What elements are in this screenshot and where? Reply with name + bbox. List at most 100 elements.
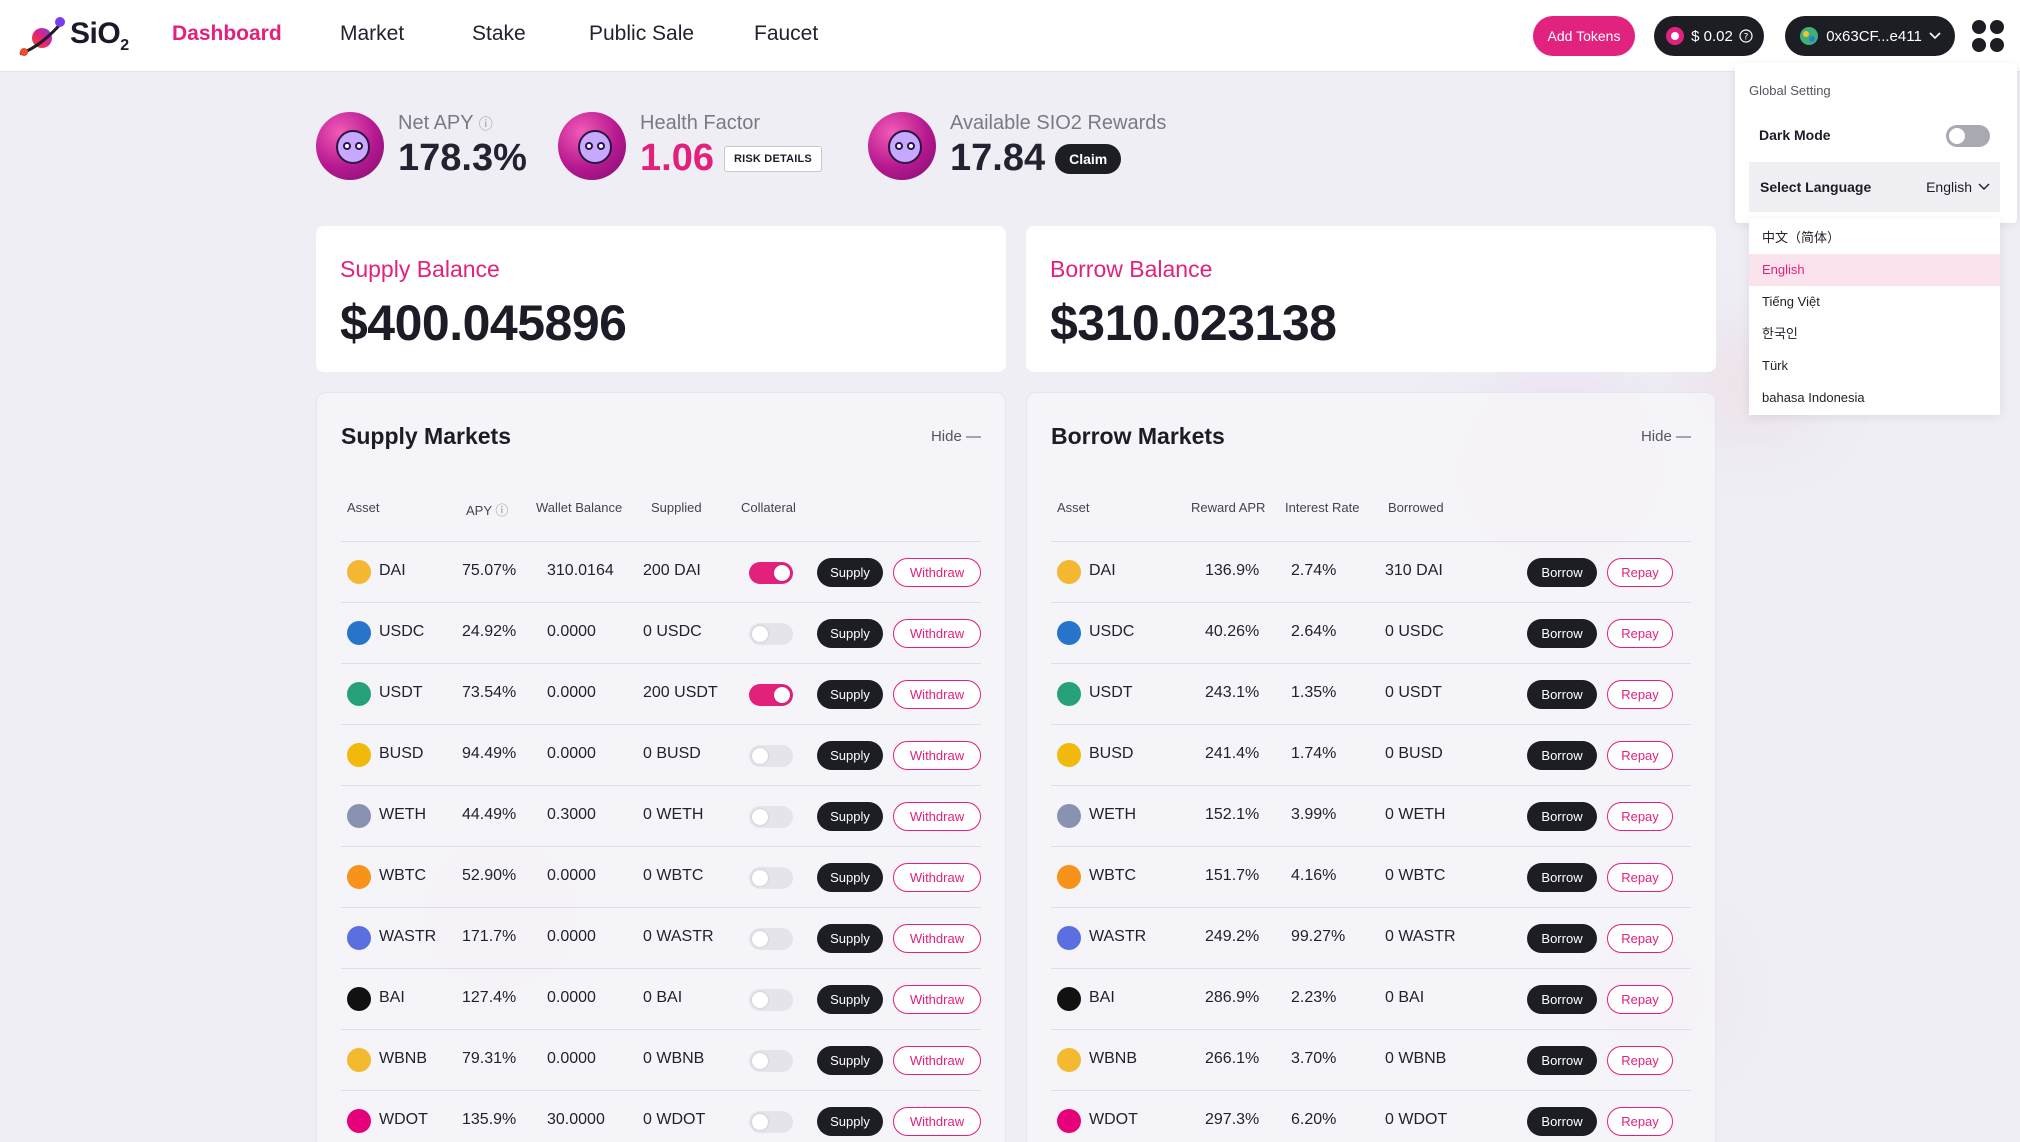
borrow-button[interactable]: Borrow — [1527, 558, 1597, 587]
withdraw-button[interactable]: Withdraw — [893, 924, 981, 953]
claim-button[interactable]: Claim — [1055, 143, 1122, 174]
interest-rate-value: 99.27% — [1291, 928, 1346, 945]
borrow-balance-value: $310.023138 — [1050, 295, 1337, 351]
supply-button[interactable]: Supply — [817, 680, 883, 709]
withdraw-button[interactable]: Withdraw — [893, 619, 981, 648]
apps-menu-icon[interactable] — [1972, 20, 2004, 52]
borrow-button[interactable]: Borrow — [1527, 1046, 1597, 1075]
supplied-value: 0 WETH — [643, 806, 704, 823]
withdraw-button[interactable]: Withdraw — [893, 1046, 981, 1075]
borrow-hide-toggle[interactable]: Hide — — [1641, 428, 1691, 445]
language-option[interactable]: Tiếng Việt — [1749, 286, 2000, 318]
nav-public-sale[interactable]: Public Sale — [589, 22, 694, 46]
supply-button[interactable]: Supply — [817, 619, 883, 648]
wallet-balance-value: 0.3000 — [547, 806, 596, 823]
reward-apr-value: 266.1% — [1205, 1050, 1260, 1067]
withdraw-button[interactable]: Withdraw — [893, 863, 981, 892]
borrow-row-bai: BAI 286.9% 2.23% 0 BAI Borrow Repay — [1051, 968, 1691, 1029]
repay-button[interactable]: Repay — [1607, 1107, 1673, 1136]
borrow-button[interactable]: Borrow — [1527, 680, 1597, 709]
supply-button[interactable]: Supply — [817, 1107, 883, 1136]
repay-button[interactable]: Repay — [1607, 924, 1673, 953]
risk-details-button[interactable]: RISK DETAILS — [723, 145, 822, 172]
language-select[interactable]: Select Language English — [1749, 162, 2000, 212]
nav-faucet[interactable]: Faucet — [754, 22, 818, 46]
asset-name: BUSD — [379, 745, 424, 762]
dark-mode-toggle[interactable] — [1946, 125, 1990, 147]
add-tokens-button[interactable]: Add Tokens — [1533, 16, 1635, 56]
supply-row-wbnb: WBNB 79.31% 0.0000 0 WBNB Supply Withdraw — [341, 1029, 981, 1090]
collateral-toggle[interactable] — [749, 562, 793, 584]
borrowed-value: 0 BUSD — [1385, 745, 1443, 762]
wallet-balance-value: 0.0000 — [547, 989, 596, 1006]
health-factor-row: 1.06 RISK DETAILS — [640, 137, 822, 180]
col-supplied: Supplied — [651, 500, 702, 515]
supply-row-busd: BUSD 94.49% 0.0000 0 BUSD Supply Withdraw — [341, 724, 981, 785]
borrow-button[interactable]: Borrow — [1527, 863, 1597, 892]
repay-button[interactable]: Repay — [1607, 1046, 1673, 1075]
withdraw-button[interactable]: Withdraw — [893, 741, 981, 770]
repay-button[interactable]: Repay — [1607, 802, 1673, 831]
withdraw-button[interactable]: Withdraw — [893, 985, 981, 1014]
borrow-button[interactable]: Borrow — [1527, 741, 1597, 770]
asset-name: WDOT — [1089, 1111, 1138, 1128]
language-option[interactable]: 中文（简体） — [1749, 222, 2000, 254]
nav-stake[interactable]: Stake — [472, 22, 526, 46]
sio2-logo[interactable]: SiO2 — [16, 14, 129, 58]
collateral-toggle[interactable] — [749, 989, 793, 1011]
collateral-toggle[interactable] — [749, 1050, 793, 1072]
supply-hide-toggle[interactable]: Hide — — [931, 428, 981, 445]
language-option[interactable]: 한국인 — [1749, 318, 2000, 350]
borrowed-value: 0 WDOT — [1385, 1111, 1448, 1128]
borrow-button[interactable]: Borrow — [1527, 802, 1597, 831]
apy-value: 135.9% — [462, 1111, 517, 1128]
borrow-button[interactable]: Borrow — [1527, 985, 1597, 1014]
supplied-value: 0 USDC — [643, 623, 702, 640]
supply-button[interactable]: Supply — [817, 924, 883, 953]
repay-button[interactable]: Repay — [1607, 619, 1673, 648]
dai-coin-icon — [347, 560, 371, 584]
collateral-toggle[interactable] — [749, 745, 793, 767]
borrow-button[interactable]: Borrow — [1527, 1107, 1597, 1136]
borrow-button[interactable]: Borrow — [1527, 619, 1597, 648]
withdraw-button[interactable]: Withdraw — [893, 680, 981, 709]
supply-button[interactable]: Supply — [817, 863, 883, 892]
language-option[interactable]: Türk — [1749, 350, 2000, 382]
repay-button[interactable]: Repay — [1607, 863, 1673, 892]
asset-name: DAI — [379, 562, 406, 579]
global-settings-title: Global Setting — [1749, 83, 1831, 98]
borrow-button[interactable]: Borrow — [1527, 924, 1597, 953]
nav-market[interactable]: Market — [340, 22, 404, 46]
wallet-address-button[interactable]: 0x63CF...e411 — [1785, 16, 1955, 56]
collateral-toggle[interactable] — [749, 928, 793, 950]
repay-button[interactable]: Repay — [1607, 741, 1673, 770]
reward-apr-value: 241.4% — [1205, 745, 1260, 762]
supply-button[interactable]: Supply — [817, 1046, 883, 1075]
repay-button[interactable]: Repay — [1607, 558, 1673, 587]
supply-markets-panel: Supply Markets Hide — Asset APY ⓘ Wallet… — [316, 392, 1006, 1142]
collateral-toggle[interactable] — [749, 806, 793, 828]
supplied-value: 0 WBNB — [643, 1050, 705, 1067]
col-asset: Asset — [1057, 500, 1090, 515]
repay-button[interactable]: Repay — [1607, 985, 1673, 1014]
withdraw-button[interactable]: Withdraw — [893, 802, 981, 831]
collateral-toggle[interactable] — [749, 867, 793, 889]
asset-name: DAI — [1089, 562, 1116, 579]
supply-button[interactable]: Supply — [817, 802, 883, 831]
supply-row-wdot: WDOT 135.9% 30.0000 0 WDOT Supply Withdraw — [341, 1090, 981, 1142]
borrowed-value: 0 WASTR — [1385, 928, 1456, 945]
language-option[interactable]: bahasa Indonesia — [1749, 382, 2000, 414]
supply-button[interactable]: Supply — [817, 558, 883, 587]
repay-button[interactable]: Repay — [1607, 680, 1673, 709]
collateral-toggle[interactable] — [749, 623, 793, 645]
supply-button[interactable]: Supply — [817, 741, 883, 770]
collateral-toggle[interactable] — [749, 684, 793, 706]
collateral-toggle[interactable] — [749, 1111, 793, 1133]
withdraw-button[interactable]: Withdraw — [893, 1107, 981, 1136]
withdraw-button[interactable]: Withdraw — [893, 558, 981, 587]
supply-button[interactable]: Supply — [817, 985, 883, 1014]
token-price-pill[interactable]: $ 0.02 ? — [1654, 16, 1764, 56]
nav-dashboard[interactable]: Dashboard — [172, 22, 282, 46]
language-option[interactable]: English — [1749, 254, 2000, 286]
net-apy-label: Net APY ⓘ — [398, 112, 493, 134]
